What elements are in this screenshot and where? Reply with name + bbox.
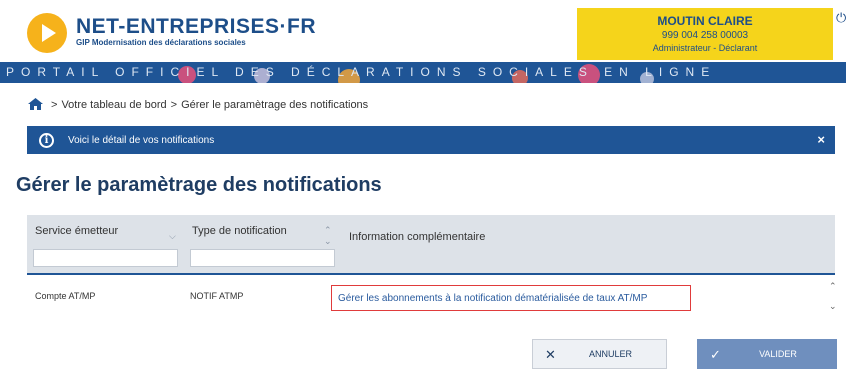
validate-button[interactable]: ✓ VALIDER [697,339,837,369]
alert-text: Voici le détail de vos notifications [68,134,215,146]
portal-banner: PORTAIL OFFICIEL DES DÉCLARATIONS SOCIAL… [0,62,846,83]
breadcrumb-dashboard-link[interactable]: Votre tableau de bord [61,99,166,111]
cell-service: Compte AT/MP [35,291,96,301]
breadcrumb-separator: > [170,99,178,111]
logo-subtitle: GIP Modernisation des déclarations socia… [76,38,246,47]
breadcrumb-current: Gérer le paramètrage des notifications [181,99,369,111]
sort-icon[interactable]: ⌃ ⌄ [324,225,332,247]
filter-type-input[interactable] [190,249,335,267]
user-box: MOUTIN CLAIRE 999 004 258 00003 Administ… [577,8,833,60]
power-icon[interactable]: ⏻ [836,10,846,26]
column-header-service[interactable]: Service émetteur [35,225,118,237]
breadcrumb-separator: > [51,99,58,111]
notification-subscription-link[interactable]: Gérer les abonnements à la notification … [331,285,691,311]
info-icon: i [39,132,54,148]
user-id: 999 004 258 00003 [661,30,749,41]
filter-service-input[interactable] [33,249,178,267]
home-icon[interactable] [28,97,43,113]
cell-type: NOTIF ATMP [190,291,244,301]
user-name: MOUTIN CLAIRE [657,14,753,28]
close-icon[interactable]: × [817,132,825,147]
scroll-down-icon[interactable]: ⌄ [829,301,837,312]
page-title: Gérer le paramètrage des notifications [16,174,382,196]
sort-icon[interactable]: ⌵ [169,231,176,242]
play-icon [42,24,56,42]
user-role: Administrateur - Déclarant [652,43,758,53]
cancel-button-label: ANNULER [588,349,632,359]
logo-name[interactable]: NET-ENTREPRISES·FR [76,15,316,39]
info-alert: i Voici le détail de vos notifications × [27,126,835,154]
header: NET-ENTREPRISES·FR GIP Modernisation des… [0,0,846,60]
column-header-info: Information complémentaire [349,231,486,243]
column-header-type[interactable]: Type de notification [192,225,287,237]
scroll-up-icon[interactable]: ⌃ [829,281,837,292]
banner-text: PORTAIL OFFICIEL DES DÉCLARATIONS SOCIAL… [6,65,717,79]
cancel-button[interactable]: ✕ ANNULER [532,339,667,369]
validate-button-label: VALIDER [759,349,797,359]
breadcrumb: > Votre tableau de bord > Gérer le param… [28,97,369,113]
table-header: Service émetteur ⌵ Type de notification … [27,215,835,273]
